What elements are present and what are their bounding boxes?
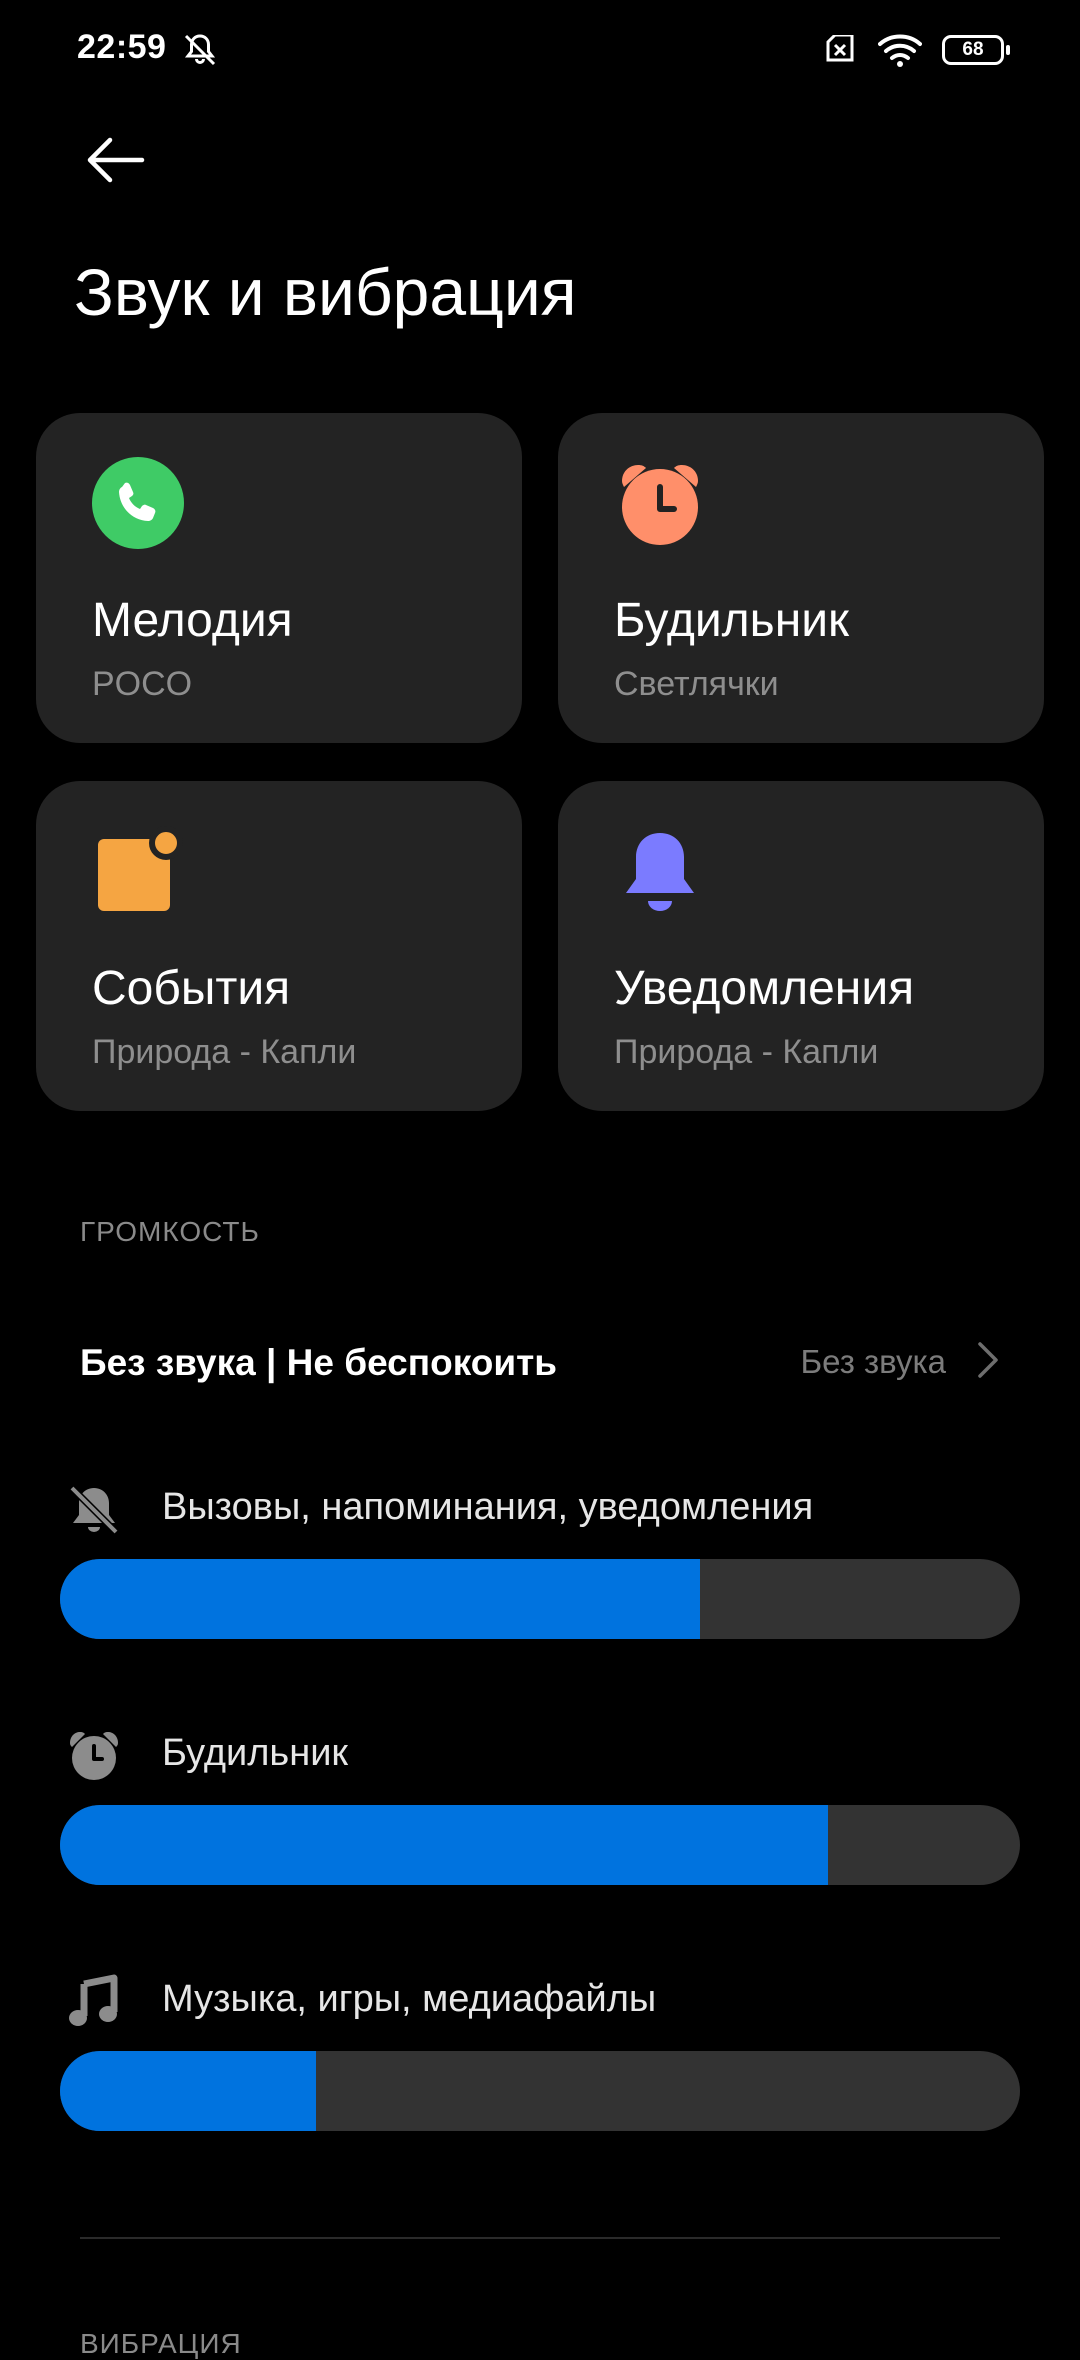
bell-muted-status-icon	[184, 34, 216, 66]
music-note-icon	[69, 1974, 118, 2026]
volume-label: Музыка, игры, медиафайлы	[162, 1978, 657, 2020]
card-events[interactable]: События Природа - Капли	[36, 781, 522, 1111]
card-alarm[interactable]: Будильник Светлячки	[558, 413, 1044, 743]
status-icons: 68	[822, 28, 1010, 72]
alarm-clock-icon	[622, 465, 698, 545]
slider-fill	[60, 2051, 317, 2131]
card-subtitle: Природа - Капли	[614, 1033, 879, 1071]
alarm-icon	[70, 1732, 118, 1780]
volume-slider-media[interactable]	[60, 2051, 1020, 2131]
bell-muted-icon	[69, 1485, 119, 1535]
card-title: Мелодия	[92, 594, 293, 647]
card-title: Уведомления	[614, 962, 915, 1015]
back-arrow-icon[interactable]	[80, 130, 150, 190]
section-header-volume: ГРОМКОСТЬ	[80, 1216, 260, 1247]
slider-fill	[60, 1559, 701, 1639]
chevron-right-icon	[978, 1342, 998, 1378]
bell-icon	[626, 833, 694, 911]
card-subtitle: POCO	[92, 665, 193, 703]
volume-slider-calls[interactable]	[60, 1559, 1020, 1639]
status-time: 22:59	[77, 28, 167, 66]
sim-error-icon	[826, 35, 854, 62]
slider-fill	[60, 1805, 828, 1885]
volume-label: Будильник	[162, 1732, 349, 1774]
silent-dnd-row[interactable]: Без звука | Не беспокоить Без звука	[0, 1310, 1080, 1410]
calendar-event-icon	[98, 826, 183, 911]
battery-percent: 68	[962, 39, 984, 60]
volume-label: Вызовы, напоминания, уведомления	[162, 1486, 814, 1528]
card-subtitle: Светлячки	[614, 665, 779, 703]
wifi-icon	[878, 34, 922, 67]
card-ringtone[interactable]: Мелодия POCO	[36, 413, 522, 743]
phone-icon	[92, 457, 184, 549]
card-subtitle: Природа - Капли	[92, 1033, 357, 1071]
volume-slider-alarm[interactable]	[60, 1805, 1020, 1885]
card-title: События	[92, 962, 291, 1015]
page-title: Звук и вибрация	[74, 255, 577, 329]
card-notifications[interactable]: Уведомления Природа - Капли	[558, 781, 1044, 1111]
silent-dnd-value: Без звука	[800, 1343, 946, 1380]
card-title: Будильник	[614, 594, 850, 647]
divider	[80, 2237, 1000, 2239]
battery-indicator: 68	[942, 35, 1010, 65]
section-header-vibration: ВИБРАЦИЯ	[80, 2328, 242, 2359]
silent-dnd-label: Без звука | Не беспокоить	[80, 1342, 557, 1383]
